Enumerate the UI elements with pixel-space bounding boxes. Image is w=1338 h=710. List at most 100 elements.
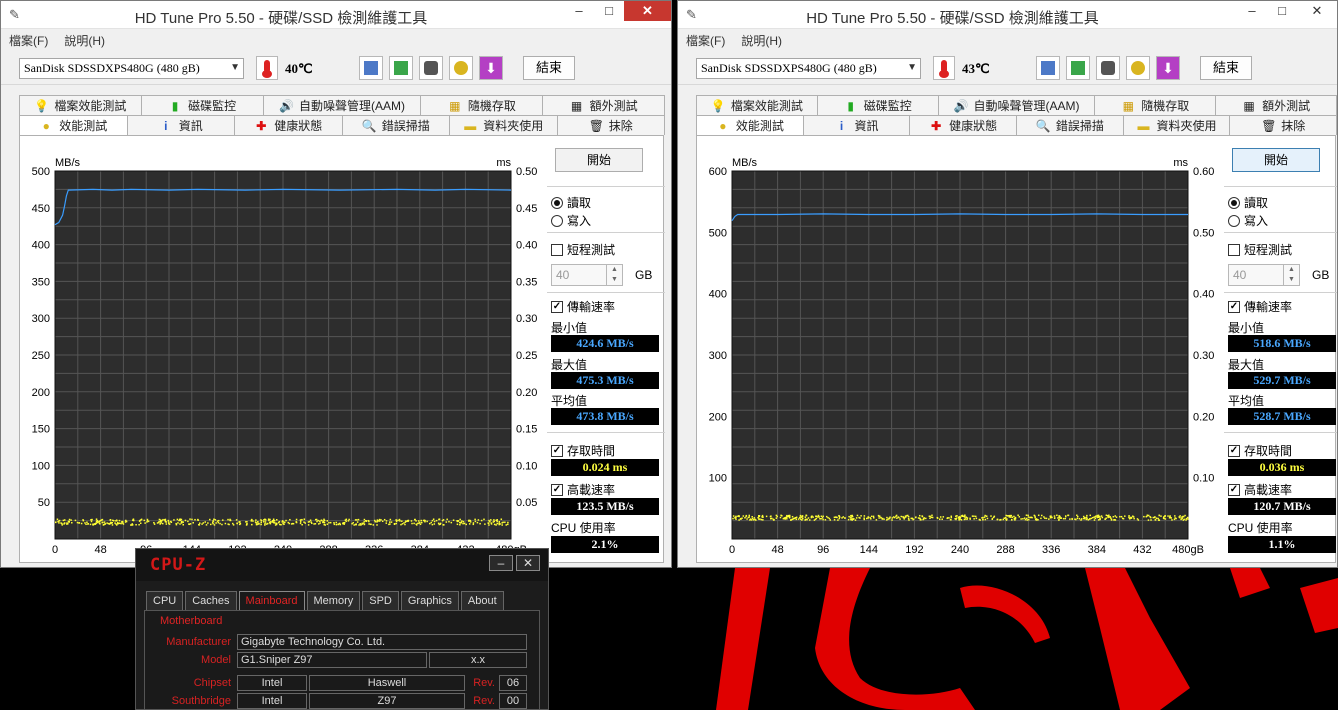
access-time-point [993, 515, 996, 518]
access-time-checkbox[interactable]: ✓ 存取時間 [551, 442, 615, 459]
tab-erase[interactable]: 🗑 抹除 [556, 115, 665, 135]
cpuz-tab-mainboard[interactable]: Mainboard [238, 591, 305, 610]
access-time-point [1018, 516, 1021, 518]
burst-rate-checkbox[interactable]: ✓ 高載速率 [1228, 481, 1292, 498]
camera-icon[interactable] [419, 56, 443, 80]
title-bar[interactable]: ✎ HD Tune Pro 5.50 - 硬碟/SSD 檢測維護工具 – □ ✕ [678, 1, 1337, 29]
close-button[interactable]: ✕ [516, 555, 540, 571]
access-time-point [938, 518, 941, 520]
save-down-arrow-icon[interactable]: ⬇ [479, 56, 503, 80]
tab-aam[interactable]: 🔊 自動噪聲管理(AAM) [262, 95, 422, 115]
cpuz-tab-about[interactable]: About [460, 591, 504, 610]
tab-error-scan[interactable]: 🔍 錯誤掃描 [341, 115, 450, 135]
drive-select[interactable]: SanDisk SDSSDXPS480G (480 gB) ▼ [696, 58, 921, 79]
access-time-point [732, 515, 735, 517]
copy-text-icon[interactable] [359, 56, 383, 80]
access-time-point [301, 518, 303, 521]
tab-health[interactable]: ✚ 健康狀態 [909, 115, 1018, 135]
tab-disk-monitor[interactable]: ▮ 磁碟監控 [140, 95, 264, 115]
tab-benchmark[interactable]: ● 效能測試 [696, 115, 804, 135]
read-radio[interactable]: 讀取 [551, 194, 591, 211]
access-time-point [787, 514, 790, 517]
access-time-point [198, 523, 200, 526]
maximize-button[interactable]: □ [594, 1, 624, 21]
exit-button[interactable]: 結束 [523, 56, 575, 80]
access-time-point [251, 523, 253, 526]
tab-disk-monitor[interactable]: ▮ 磁碟監控 [816, 95, 939, 115]
write-radio[interactable]: 寫入 [551, 212, 591, 229]
access-time-checkbox[interactable]: ✓ 存取時間 [1228, 442, 1292, 459]
grid-icon: ▦ [1243, 98, 1255, 113]
minimize-button[interactable]: – [1237, 1, 1267, 21]
spinner-arrows-icon[interactable]: ▲ ▼ [1283, 265, 1299, 285]
tab-erase[interactable]: 🗑 抹除 [1229, 115, 1337, 135]
maximize-button[interactable]: □ [1267, 1, 1297, 21]
read-radio[interactable]: 讀取 [1228, 194, 1268, 211]
menu-help[interactable]: 說明(H) [741, 32, 782, 49]
access-time-point [1132, 516, 1135, 518]
access-time-point [821, 517, 824, 519]
access-time-point [1120, 515, 1123, 518]
access-time-point [245, 521, 247, 523]
options-icon[interactable] [1126, 56, 1150, 80]
copy-image-icon[interactable] [389, 56, 413, 80]
tab-health[interactable]: ✚ 健康狀態 [234, 115, 343, 135]
drive-select[interactable]: SanDisk SDSSDXPS480G (480 gB) ▼ [19, 58, 244, 79]
size-spinner[interactable]: 40 ▲ ▼ [1228, 264, 1300, 286]
tab-benchmark[interactable]: ● 效能測試 [19, 115, 128, 135]
access-time-point [389, 518, 392, 521]
save-down-arrow-icon[interactable]: ⬇ [1156, 56, 1180, 80]
tab-info[interactable]: i 資訊 [126, 115, 235, 135]
tab-file-benchmark[interactable]: 💡 檔案效能測試 [19, 95, 142, 115]
cpuz-tab-spd[interactable]: SPD [362, 591, 399, 610]
access-time-point [931, 514, 933, 517]
tab-error-scan[interactable]: 🔍 錯誤掃描 [1016, 115, 1124, 135]
tab-aam[interactable]: 🔊 自動噪聲管理(AAM) [937, 95, 1096, 115]
minimize-button[interactable]: – [564, 1, 594, 21]
minimize-button[interactable]: – [489, 555, 513, 571]
tab-folder-usage[interactable]: ▬ 資料夾使用 [449, 115, 558, 135]
cpuz-title-bar[interactable]: CPU-Z – ✕ [136, 549, 548, 581]
tab-random-access[interactable]: ▦ 隨機存取 [420, 95, 544, 115]
access-time-point [87, 522, 89, 525]
access-time-point [1155, 517, 1158, 519]
tab-extra-tests[interactable]: ▦ 額外測試 [1215, 95, 1337, 115]
cpuz-tab-graphics[interactable]: Graphics [400, 591, 459, 610]
options-icon[interactable] [449, 56, 473, 80]
tab-extra-tests[interactable]: ▦ 額外測試 [542, 95, 665, 115]
access-time-point [177, 522, 179, 524]
title-bar[interactable]: ✎ HD Tune Pro 5.50 - 硬碟/SSD 檢測維護工具 – □ ✕ [1, 1, 671, 29]
menu-file[interactable]: 檔案(F) [9, 32, 48, 49]
menu-file[interactable]: 檔案(F) [686, 32, 725, 49]
burst-rate-checkbox[interactable]: ✓ 高載速率 [551, 481, 615, 498]
short-test-checkbox[interactable]: 短程測試 [1228, 241, 1292, 258]
close-button[interactable]: ✕ [624, 1, 671, 21]
size-spinner[interactable]: 40 ▲ ▼ [551, 264, 623, 286]
access-time-point [1026, 519, 1028, 521]
tab-random-access[interactable]: ▦ 隨機存取 [1094, 95, 1217, 115]
cpuz-tab-cpu[interactable]: CPU [146, 591, 184, 610]
exit-button[interactable]: 結束 [1200, 56, 1252, 80]
start-button[interactable]: 開始 [555, 148, 643, 172]
short-test-checkbox[interactable]: 短程測試 [551, 241, 615, 258]
access-time-point [983, 516, 986, 518]
camera-icon[interactable] [1096, 56, 1120, 80]
cpuz-tab-caches[interactable]: Caches [185, 591, 237, 610]
copy-text-icon[interactable] [1036, 56, 1060, 80]
spinner-arrows-icon[interactable]: ▲ ▼ [606, 265, 622, 285]
cpuz-tab-memory[interactable]: Memory [306, 591, 361, 610]
tab-file-benchmark[interactable]: 💡 檔案效能測試 [696, 95, 818, 115]
menu-help[interactable]: 說明(H) [64, 32, 105, 49]
tab-info[interactable]: i 資訊 [802, 115, 911, 135]
access-time-point [1154, 516, 1156, 518]
write-radio[interactable]: 寫入 [1228, 212, 1268, 229]
close-button[interactable]: ✕ [1297, 1, 1337, 21]
access-time-point [328, 521, 330, 524]
transfer-rate-checkbox[interactable]: ✓ 傳輸速率 [1228, 298, 1292, 315]
copy-image-icon[interactable] [1066, 56, 1090, 80]
tab-folder-usage[interactable]: ▬ 資料夾使用 [1122, 115, 1231, 135]
access-time-point [907, 516, 910, 518]
start-button[interactable]: 開始 [1232, 148, 1320, 172]
access-time-point [863, 515, 866, 517]
transfer-rate-checkbox[interactable]: ✓ 傳輸速率 [551, 298, 615, 315]
